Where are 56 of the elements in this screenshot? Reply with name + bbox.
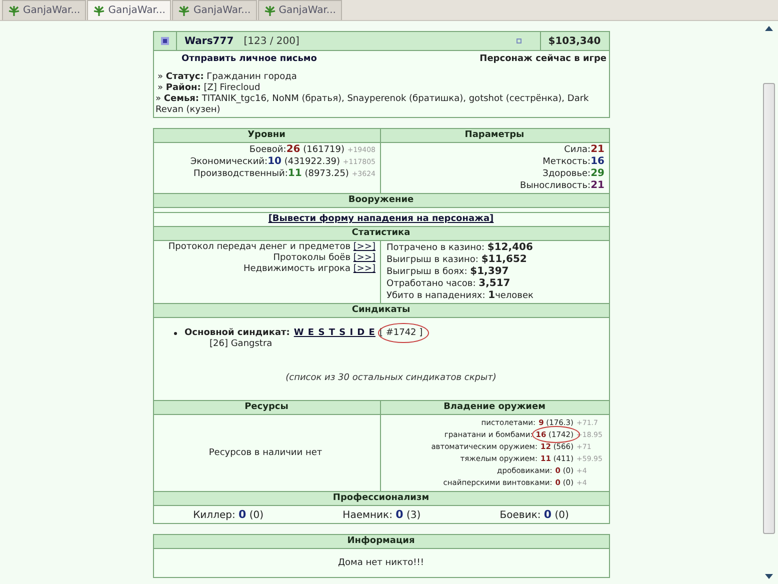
- parameter-line: Здоровье:29: [542, 168, 604, 180]
- section-header: Ресурсы: [154, 401, 380, 415]
- scroll-thumb[interactable]: [763, 83, 775, 534]
- protocol-label: Протокол передач денег и предметов: [168, 242, 351, 252]
- information-text: Дома нет никто!!!: [338, 558, 424, 568]
- section-header: Информация: [154, 535, 608, 549]
- resources-empty-text: Ресурсов в наличии нет: [208, 448, 322, 458]
- browser-tab[interactable]: GanjaWar...: [258, 0, 342, 20]
- syndicate-label: Основной синдикат:: [184, 328, 290, 338]
- leaf-icon: [93, 4, 106, 16]
- section-header: Параметры: [380, 129, 608, 143]
- profession-stat: Наемник: 0 (3): [342, 508, 421, 521]
- online-status: Персонаж сейчас в игре: [480, 54, 606, 64]
- section-header: Профессионализм: [154, 492, 608, 506]
- attack-form-link[interactable]: [Вывести форму нападения на персонажа]: [268, 214, 494, 224]
- syndicate-link[interactable]: W E S T S I D E: [294, 328, 376, 338]
- clan-icon: [160, 37, 168, 45]
- small-square-icon[interactable]: [516, 38, 522, 44]
- section-header: Владение оружием: [380, 401, 608, 415]
- statistic-line: Убито в нападениях: 1человек: [386, 290, 534, 302]
- statistic-line: Выигрыш в боях: $1,397: [386, 266, 510, 278]
- section-header: Статистика: [154, 227, 608, 241]
- player-money: $103,340: [547, 34, 602, 48]
- leaf-icon: [8, 4, 20, 16]
- section-header: Уровни: [154, 129, 380, 143]
- hidden-syndicates-note: (список из 30 остальных синдикатов скрыт): [284, 373, 498, 383]
- browser-tab[interactable]: GanjaWar...: [2, 0, 86, 20]
- open-link[interactable]: [>>]: [353, 242, 376, 252]
- statistic-line: Потрачено в казино: $12,406: [386, 242, 534, 254]
- parameter-line: Выносливость:21: [519, 180, 604, 192]
- profession-stat: Боевик: 0 (0): [500, 508, 569, 521]
- bullet-icon: [174, 332, 176, 334]
- profession-stat: Киллер: 0 (0): [193, 508, 264, 521]
- browser-tab[interactable]: GanjaWar...: [172, 0, 257, 20]
- scroll-down-icon[interactable]: [765, 574, 773, 579]
- section-header: Вооружение: [154, 194, 608, 208]
- statistic-line: Отработано часов: 3,517: [386, 278, 512, 290]
- profile-info-line: » Район: [Z] Firecloud: [156, 83, 262, 94]
- statistic-line: Выигрыш в казино: $11,652: [386, 254, 528, 266]
- browser-tab[interactable]: GanjaWar...: [87, 0, 172, 20]
- parameter-line: Меткость:16: [542, 156, 604, 168]
- syndicate-member: [26] Gangstra: [208, 339, 274, 349]
- leaf-icon: [178, 4, 190, 16]
- section-header: Синдикаты: [154, 304, 608, 318]
- open-link[interactable]: [>>]: [353, 264, 376, 274]
- send-message-link[interactable]: Отправить личное письмо: [182, 54, 317, 64]
- protocol-label: Протоколы боёв: [273, 253, 351, 263]
- protocol-label: Недвижимость игрока: [243, 264, 351, 274]
- player-level: [123 / 200]: [244, 36, 300, 46]
- open-link[interactable]: [>>]: [353, 253, 376, 263]
- leaf-icon: [264, 4, 276, 16]
- scroll-up-icon[interactable]: [765, 26, 773, 31]
- profile-info-line: » Статус: Гражданин города: [156, 72, 298, 83]
- profile-info-line: » Семья: TITANIK_tgc16, NoNM (братья), Snayperenok (братишка), gotshot (сестрёнка), Dark Revan (кузен): [156, 94, 590, 116]
- player-name: Wars777: [184, 36, 234, 46]
- parameter-line: Сила:21: [563, 144, 604, 156]
